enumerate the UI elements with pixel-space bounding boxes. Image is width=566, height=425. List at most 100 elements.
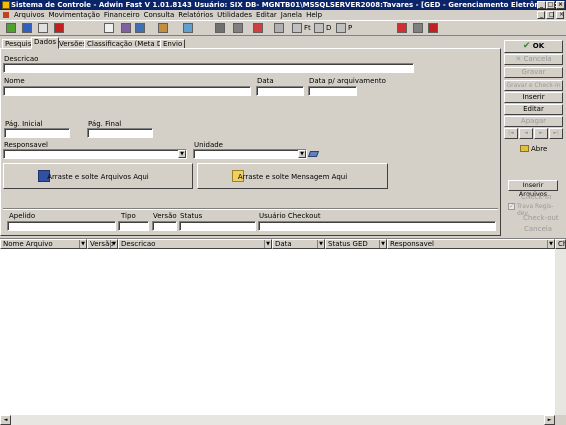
chevron-down-icon[interactable]: ▼ xyxy=(79,240,86,248)
unidade-combo[interactable]: ▼ xyxy=(193,149,307,159)
menu-janela[interactable]: Janela xyxy=(279,10,304,20)
chevron-down-icon[interactable]: ▼ xyxy=(298,150,306,158)
nav-next-button[interactable]: ► xyxy=(534,128,548,139)
cancela-button[interactable]: ✕ Cancela xyxy=(504,54,563,65)
cancela-label: Cancela xyxy=(523,55,552,63)
pag-final-label: Pág. Final xyxy=(88,120,122,128)
exit-icon[interactable] xyxy=(428,23,438,33)
scroll-right-icon[interactable]: ► xyxy=(544,415,555,425)
inserir-button[interactable]: Inserir xyxy=(504,92,563,103)
descricao-input[interactable] xyxy=(3,63,414,73)
document-icon[interactable] xyxy=(38,23,48,33)
nome-input[interactable] xyxy=(3,86,251,96)
menu-relatorios[interactable]: Relatórios xyxy=(176,10,215,20)
column-label: Status GED xyxy=(328,240,368,248)
versao-input[interactable] xyxy=(152,221,177,231)
tipo-input[interactable] xyxy=(118,221,149,231)
checkin-button[interactable]: Check-in xyxy=(521,193,551,201)
responsavel-combo[interactable]: ▼ xyxy=(3,149,187,159)
data-arquivamento-label: Data p/ arquivamento xyxy=(309,77,386,85)
chevron-down-icon[interactable]: ▼ xyxy=(379,240,386,248)
column-header-nome-arquivo[interactable]: Nome Arquivo ▼ xyxy=(0,239,87,249)
export-icon[interactable] xyxy=(253,23,263,33)
column-header-status-ged[interactable]: Status GED ▼ xyxy=(325,239,387,249)
apagar-button[interactable]: Apagar xyxy=(504,116,563,127)
nav-prev-button[interactable]: ◄ xyxy=(519,128,533,139)
filter-p-icon[interactable] xyxy=(336,23,346,33)
users-icon[interactable] xyxy=(22,23,32,33)
gravar-button[interactable]: Gravar xyxy=(504,67,563,78)
descricao-label: Descricao xyxy=(4,55,39,63)
close-button[interactable]: × xyxy=(556,1,565,9)
horizontal-scrollbar[interactable]: ◄ ► xyxy=(0,415,555,425)
chevron-down-icon[interactable]: ▼ xyxy=(110,240,117,248)
calculator-icon[interactable] xyxy=(413,23,423,33)
column-header-versao[interactable]: Versão ▼ xyxy=(87,239,118,249)
pdf-icon[interactable] xyxy=(54,23,64,33)
copy-icon[interactable] xyxy=(274,23,284,33)
menu-bar: Arquivos Movimentação Financeiro Consulta Re… xyxy=(0,10,566,20)
data-arquivamento-input[interactable] xyxy=(308,86,357,96)
building-icon[interactable] xyxy=(121,23,131,33)
nome-label: Nome xyxy=(4,77,25,85)
person-icon[interactable] xyxy=(158,23,168,33)
menu-consulta[interactable]: Consulta xyxy=(142,10,177,20)
usuario-checkout-input[interactable] xyxy=(258,221,496,231)
scroll-left-icon[interactable]: ◄ xyxy=(0,415,11,425)
pag-final-input[interactable] xyxy=(87,128,153,138)
drop-arquivos-area[interactable]: Arraste e solte Arquivos Aqui xyxy=(3,163,193,189)
menu-utilidades[interactable]: Utilidades xyxy=(215,10,254,20)
pag-inicial-input[interactable] xyxy=(4,128,70,138)
filter-d-icon[interactable] xyxy=(314,23,324,33)
toolbar: Ft D P xyxy=(0,20,566,36)
menu-editar[interactable]: Editar xyxy=(254,10,279,20)
run-icon[interactable] xyxy=(6,23,16,33)
minimize-button[interactable]: _ xyxy=(537,1,546,9)
menu-financeiro[interactable]: Financeiro xyxy=(102,10,142,20)
menu-arquivos[interactable]: Arquivos xyxy=(12,10,46,20)
maximize-button[interactable]: □ xyxy=(546,1,555,9)
tab-dados[interactable]: Dados xyxy=(31,37,60,49)
mdi-close-button[interactable]: × xyxy=(556,11,564,19)
gravar-checkin-button[interactable]: Gravar e Check-in xyxy=(504,80,563,91)
ok-label: OK xyxy=(532,42,545,50)
mdi-minimize-button[interactable]: _ xyxy=(537,11,545,19)
page-icon[interactable] xyxy=(104,23,114,33)
chevron-down-icon[interactable]: ▼ xyxy=(547,240,554,248)
checkout-button[interactable]: Check-out xyxy=(523,214,559,222)
chevron-down-icon[interactable]: ▼ xyxy=(264,240,271,248)
column-header-responsavel[interactable]: Responsavel ▼ xyxy=(387,239,555,249)
menu-movimentacao[interactable]: Movimentação xyxy=(46,10,101,20)
column-header-data[interactable]: Data ▼ xyxy=(272,239,325,249)
nav-last-button[interactable]: ►| xyxy=(549,128,563,139)
folder-icon xyxy=(520,145,529,152)
cancela-checkout-button[interactable]: Cancela xyxy=(524,225,552,233)
column-label: Responsavel xyxy=(390,240,434,248)
status-input[interactable] xyxy=(179,221,256,231)
column-header-ch[interactable]: Ch xyxy=(555,239,566,249)
editar-button[interactable]: Editar xyxy=(504,104,563,115)
grid-icon[interactable] xyxy=(135,23,145,33)
printer-icon[interactable] xyxy=(215,23,225,33)
mdi-restore-button[interactable]: □ xyxy=(546,11,555,19)
print-preview-icon[interactable] xyxy=(233,23,243,33)
inserir-arquivos-button[interactable]: Inserir Arquivos xyxy=(508,180,558,198)
chevron-down-icon[interactable]: ▼ xyxy=(317,240,324,248)
apelido-input[interactable] xyxy=(7,221,116,231)
column-header-descricao[interactable]: Descricao ▼ xyxy=(118,239,272,249)
filter-ft-icon[interactable] xyxy=(292,23,302,33)
data-input[interactable] xyxy=(256,86,304,96)
nav-first-button[interactable]: |◄ xyxy=(504,128,518,139)
trava-registro-checkbox[interactable]: ✓ xyxy=(508,203,515,210)
calendar-icon[interactable] xyxy=(397,23,407,33)
chevron-down-icon[interactable]: ▼ xyxy=(178,150,186,158)
vertical-scrollbar[interactable] xyxy=(555,249,566,416)
chart-icon[interactable] xyxy=(183,23,193,33)
pag-inicial-label: Pág. Inicial xyxy=(5,120,43,128)
ok-button[interactable]: ✔ OK xyxy=(504,40,563,53)
drop-mensagem-area[interactable]: Arraste e solte Mensagem Aqui xyxy=(197,163,388,189)
status-label: Status xyxy=(180,212,203,220)
abre-link[interactable]: Abre xyxy=(531,145,547,153)
responsavel-label: Responsavel xyxy=(4,141,48,149)
menu-help[interactable]: Help xyxy=(304,10,324,20)
